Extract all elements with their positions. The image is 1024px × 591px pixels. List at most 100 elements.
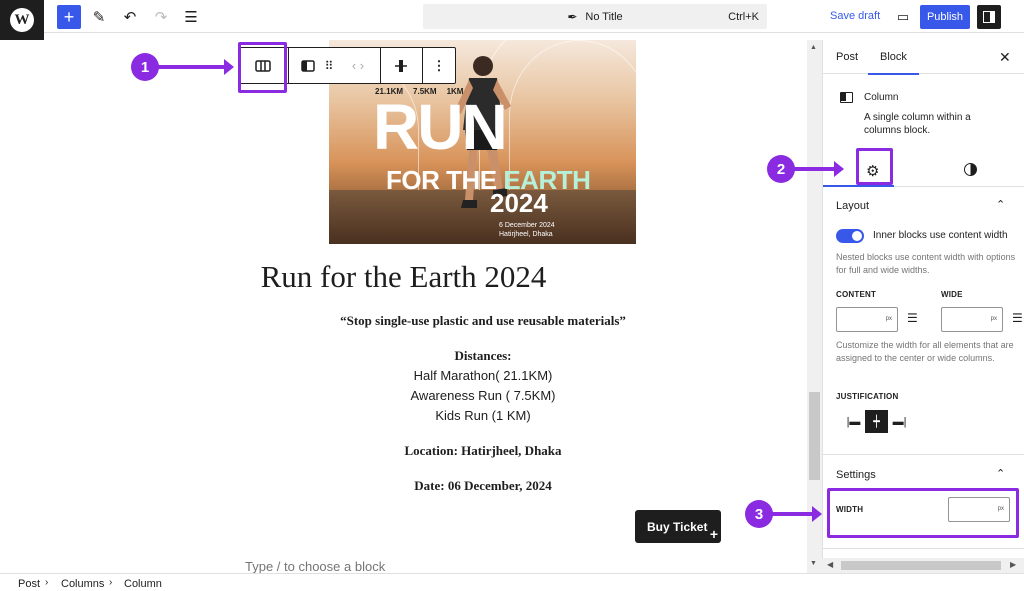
tab-block[interactable]: Block (868, 51, 919, 75)
add-block-plus-icon[interactable]: + (710, 527, 718, 541)
scrollbar-thumb[interactable] (809, 392, 820, 480)
unit-label: px (885, 316, 892, 322)
poster-year: 2024 (490, 188, 548, 218)
annotation-arrow-2 (794, 161, 844, 177)
distance-item[interactable]: Half Marathon( 21.1KM) (0, 368, 807, 383)
breadcrumb-item[interactable]: Columns (61, 578, 104, 590)
drag-handle-icon[interactable]: ⠿ (321, 48, 337, 83)
block-placeholder[interactable]: Type / to choose a block (245, 559, 385, 573)
settings-sidebar: Post Block ✕ Column A single column with… (822, 40, 1024, 573)
annotation-arrow-1 (158, 59, 234, 75)
column-block-icon[interactable] (297, 48, 319, 83)
editor-canvas[interactable]: 21.1KM 7.5KM 1KM RUN FOR THE EARTH 2024 … (0, 40, 807, 573)
chevron-up-icon[interactable]: ⌃ (996, 467, 1005, 480)
toolbar-separator (422, 48, 423, 83)
location-text[interactable]: Location: Hatirjheel, Dhaka (0, 443, 807, 459)
sidebar-tabs: Post Block ✕ (823, 40, 1024, 75)
document-title: No Title (585, 10, 623, 23)
justify-right-icon[interactable]: ▬| (888, 410, 911, 433)
tab-post[interactable]: Post (836, 51, 858, 63)
feather-icon: ✒ (567, 9, 578, 24)
close-icon[interactable]: ✕ (999, 49, 1011, 66)
poster-for-the: FOR THE (386, 165, 504, 195)
scrollbar-thumb[interactable] (841, 561, 1001, 570)
unit-label: px (990, 316, 997, 322)
block-name: Column (864, 92, 899, 103)
canvas-scrollbar[interactable]: ▲ ▼ (807, 40, 822, 573)
scroll-up-icon[interactable]: ▲ (810, 44, 817, 51)
align-center-icon (395, 59, 407, 72)
distances-heading[interactable]: Distances: (0, 348, 807, 364)
justify-left-icon[interactable]: |▬ (842, 410, 865, 433)
annotation-highlight-3 (827, 488, 1019, 538)
annotation-marker-3: 3 (745, 500, 773, 528)
wide-width-label: WIDE (941, 290, 963, 299)
save-draft-button[interactable]: Save draft (830, 10, 880, 22)
content-width-label: CONTENT (836, 290, 877, 299)
scroll-down-icon[interactable]: ▼ (810, 560, 817, 567)
layout-section-title[interactable]: Layout (836, 200, 869, 212)
options-menu-icon[interactable]: ⋮ (427, 48, 451, 83)
annotation-marker-2: 2 (767, 155, 795, 183)
column-icon (301, 59, 315, 72)
breadcrumb-item[interactable]: Column (124, 578, 162, 590)
poster-place: Hatirjheel, Dhaka (499, 231, 553, 238)
styles-contrast-icon[interactable] (964, 163, 977, 176)
annotation-marker-1: 1 (131, 53, 159, 81)
scroll-left-icon[interactable]: ◀ (827, 560, 833, 569)
scroll-right-icon[interactable]: ▶ (1010, 560, 1016, 569)
inspector-subtabs: ⚙ (823, 154, 1024, 187)
preview-desktop-icon[interactable]: ▭ (895, 5, 911, 29)
annotation-highlight-1 (238, 42, 287, 93)
toolbar-separator (380, 48, 381, 83)
post-title[interactable]: Run for the Earth 2024 (0, 259, 807, 295)
column-block-icon (840, 92, 853, 103)
toolbar-separator (288, 48, 289, 83)
chevron-up-icon[interactable]: ⌃ (996, 198, 1005, 211)
date-text[interactable]: Date: 06 December, 2024 (0, 478, 807, 494)
block-inserter-button[interactable]: + (57, 5, 81, 29)
block-breadcrumb: Post › Columns › Column (0, 573, 1024, 591)
width-help-text: Customize the width for all elements tha… (836, 340, 1014, 363)
move-arrows-icon[interactable]: ‹ › (345, 48, 371, 83)
annotation-arrow-3 (772, 506, 822, 522)
wordpress-logo-button[interactable]: W (0, 0, 44, 40)
poster-for-the-earth: FOR THE EARTH (386, 165, 591, 196)
section-divider (823, 454, 1024, 455)
distance-item[interactable]: Kids Run (1 KM) (0, 408, 807, 423)
section-divider (823, 548, 1024, 549)
active-subtab-indicator (823, 185, 894, 187)
toggle-help-text: Nested blocks use content width with opt… (836, 252, 1016, 275)
poster-run-text: RUN (373, 91, 508, 163)
distance-item[interactable]: Awareness Run ( 7.5KM) (0, 388, 807, 403)
breadcrumb-item[interactable]: Post (18, 578, 40, 590)
toggle-label: Inner blocks use content width (873, 230, 1008, 241)
undo-icon[interactable]: ↶ (121, 5, 139, 29)
chevron-right-icon: › (109, 577, 113, 588)
align-center-icon: ☰ (907, 311, 918, 325)
document-overview-icon[interactable]: ☰ (182, 5, 200, 29)
content-width-input[interactable]: px (836, 307, 898, 332)
settings-section-title[interactable]: Settings (836, 469, 876, 481)
justification-label: JUSTIFICATION (836, 392, 899, 401)
align-wide-icon: ☰ (1012, 311, 1023, 325)
wide-width-input[interactable]: px (941, 307, 1003, 332)
wordpress-icon: W (10, 8, 34, 32)
tagline-quote[interactable]: “Stop single-use plastic and use reusabl… (0, 313, 807, 329)
editor-header: W + ✎ ↶ ↷ ☰ ✒ No Title Ctrl+K Save draft… (0, 0, 1024, 40)
sidebar-horizontal-scrollbar[interactable]: ◀ ▶ (822, 558, 1024, 573)
block-description: A single column within a columns block. (864, 112, 971, 136)
annotation-highlight-2 (856, 148, 893, 185)
publish-button[interactable]: Publish (920, 5, 970, 29)
keyboard-shortcut: Ctrl+K (728, 10, 759, 23)
settings-sidebar-toggle[interactable] (977, 5, 1001, 29)
chevron-right-icon: › (45, 577, 49, 588)
vertical-alignment-icon[interactable] (389, 48, 413, 83)
poster-date-place: 6 December 2024 Hatirjheel, Dhaka (499, 221, 555, 239)
justify-center-icon[interactable]: ┿ (865, 410, 888, 433)
buy-ticket-button[interactable]: Buy Ticket + (635, 510, 721, 543)
command-palette-bar[interactable]: ✒ No Title Ctrl+K (423, 4, 767, 29)
tools-pencil-icon[interactable]: ✎ (90, 5, 108, 29)
content-width-toggle[interactable] (836, 229, 864, 243)
redo-icon[interactable]: ↷ (152, 5, 170, 29)
